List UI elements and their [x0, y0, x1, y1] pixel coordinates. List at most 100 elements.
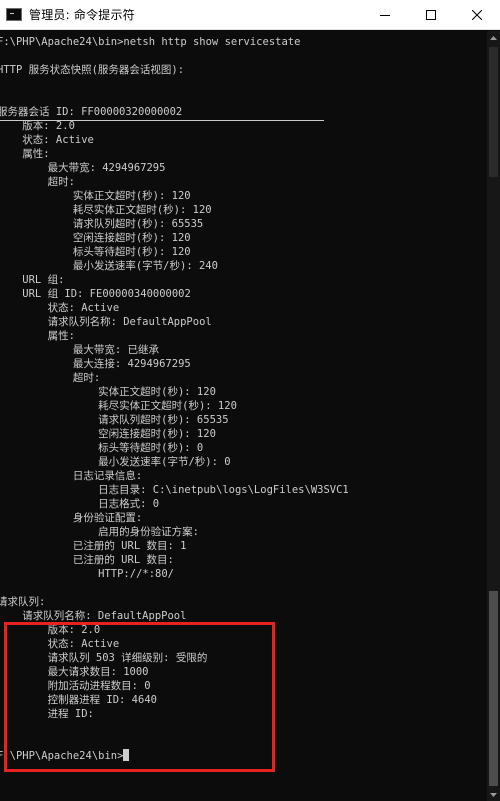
console-line-text: 实体正文超时(秒): 120 — [0, 190, 191, 202]
console-line: 最大带宽: 4294967295 — [0, 161, 484, 175]
console-line-text: HTTP://*:80/ — [0, 568, 175, 580]
console-line: HTTP 服务状态快照(服务器会话视图): — [0, 63, 484, 77]
console-line: F:\PHP\Apache24\bin>netsh http show serv… — [0, 35, 484, 49]
maximize-icon — [426, 10, 436, 20]
console-line-text: 附加活动进程数目: 0 — [0, 680, 151, 692]
console-line-text: 日志格式: 0 — [0, 498, 160, 510]
output-separator-line — [0, 120, 324, 121]
maximize-button[interactable] — [408, 0, 454, 30]
console-line: 进程 ID: — [0, 707, 484, 721]
console-line: 标头等待超时(秒): 0 — [0, 441, 484, 455]
console-line: 日志记录信息: — [0, 469, 484, 483]
console-line-text: 请求队列超时(秒): 65535 — [0, 414, 229, 426]
vertical-scrollbar[interactable] — [487, 31, 500, 801]
console-line: HTTP://*:80/ — [0, 567, 484, 581]
console-line: 状态: Active — [0, 301, 484, 315]
console-line-text: 请求队列名称: DefaultAppPool — [0, 316, 212, 328]
console-line: 最小发送速率(字节/秒): 240 — [0, 259, 484, 273]
console-line-text: 身份验证配置: — [0, 512, 143, 524]
console-line: 版本: 2.0 — [0, 119, 484, 133]
console-line-text: 标头等待超时(秒): 120 — [0, 246, 191, 258]
console-line: 已注册的 URL 数目: 1 — [0, 539, 484, 553]
console-line-text: 版本: 2.0 — [0, 624, 101, 636]
title-bar[interactable]: 管理员: 命令提示符 — [0, 0, 500, 30]
console-line: 日志目录: C:\inetpub\logs\LogFiles\W3SVC1 — [0, 483, 484, 497]
console-line-text: 控制器进程 ID: 4640 — [0, 694, 157, 706]
console-line-text: 请求队列名称: DefaultAppPool — [0, 610, 187, 622]
console-line-text: 最小发送速率(字节/秒): 240 — [0, 260, 218, 272]
console-line-text: F:\PHP\Apache24\bin> — [0, 750, 124, 762]
console-line-text: 已注册的 URL 数目: — [0, 554, 174, 566]
console-line: 最大带宽: 已继承 — [0, 343, 484, 357]
console-line-text: 已注册的 URL 数目: 1 — [0, 540, 187, 552]
scroll-up-arrow-icon — [490, 35, 497, 40]
console-line: 请求队列名称: DefaultAppPool — [0, 609, 484, 623]
console-line: 控制器进程 ID: 4640 — [0, 693, 484, 707]
console-line: 属性: — [0, 147, 484, 161]
console-line-text: URL 组: — [0, 274, 65, 286]
console-line: 身份验证配置: — [0, 511, 484, 525]
console-line-text: URL 组 ID: FE00000340000002 — [0, 288, 191, 300]
console-line-text: 状态: Active — [0, 302, 120, 314]
console-line-text: 最大连接: 4294967295 — [0, 358, 191, 370]
console-line: 已注册的 URL 数目: — [0, 553, 484, 567]
close-icon — [472, 10, 482, 20]
console-line: 空闲连接超时(秒): 120 — [0, 231, 484, 245]
console-line-text: 请求队列: — [0, 596, 46, 608]
console-line: 最大请求数目: 1000 — [0, 665, 484, 679]
console-line-text: F:\PHP\Apache24\bin>netsh http show serv… — [0, 36, 301, 48]
console-line-text: 日志目录: C:\inetpub\logs\LogFiles\W3SVC1 — [0, 484, 349, 496]
console-line-text: 请求队列超时(秒): 65535 — [0, 218, 204, 230]
console-line: 启用的身份验证方案: — [0, 525, 484, 539]
console-line-text: 属性: — [0, 330, 75, 342]
terminal-icon — [6, 8, 22, 21]
console-line-text: 版本: 2.0 — [0, 120, 75, 132]
console-line: 请求队列名称: DefaultAppPool — [0, 315, 484, 329]
console-line-text: 服务器会话 ID: FF00000320000002 — [0, 106, 183, 118]
window-controls — [362, 0, 500, 30]
window-title: 管理员: 命令提示符 — [29, 8, 135, 22]
console-line-text: 最大请求数目: 1000 — [0, 666, 149, 678]
scroll-down-button[interactable] — [487, 788, 500, 801]
console-line-text: HTTP 服务状态快照(服务器会话视图): — [0, 64, 185, 76]
console-line: 最小发送速率(字节/秒): 0 — [0, 455, 484, 469]
scrollbar-thumb[interactable] — [489, 591, 498, 786]
console-line-text: 状态: Active — [0, 134, 94, 146]
console-line: 属性: — [0, 329, 484, 343]
console-line: 超时: — [0, 371, 484, 385]
minimize-icon — [380, 15, 390, 16]
console-line-text: 属性: — [0, 148, 50, 160]
text-cursor — [123, 749, 130, 761]
console-line-text: 启用的身份验证方案: — [0, 526, 199, 538]
console-line: 日志格式: 0 — [0, 497, 484, 511]
scroll-down-arrow-icon — [490, 792, 497, 797]
console-text: F:\PHP\Apache24\bin>netsh http show serv… — [0, 35, 484, 763]
console-line: 最大连接: 4294967295 — [0, 357, 484, 371]
console-line: 附加活动进程数目: 0 — [0, 679, 484, 693]
console-line: 实体正文超时(秒): 120 — [0, 189, 484, 203]
console-line: 耗尽实体正文超时(秒): 120 — [0, 203, 484, 217]
console-output-area[interactable]: F:\PHP\Apache24\bin>netsh http show serv… — [0, 31, 487, 801]
console-line-text: 进程 ID: — [0, 708, 94, 720]
console-line-text: 最大带宽: 已继承 — [0, 344, 160, 356]
minimize-button[interactable] — [362, 0, 408, 30]
console-line-text: 请求队列 503 详细级别: 受限的 — [0, 652, 208, 664]
console-line-text: 空闲连接超时(秒): 120 — [0, 428, 216, 440]
console-line: 实体正文超时(秒): 120 — [0, 385, 484, 399]
console-line: 请求队列超时(秒): 65535 — [0, 413, 484, 427]
console-line-text: 超时: — [0, 176, 75, 188]
console-line-text: 耗尽实体正文超时(秒): 120 — [0, 204, 212, 216]
scroll-up-button[interactable] — [487, 31, 500, 44]
scrollbar-track[interactable] — [489, 47, 498, 177]
console-line: 请求队列超时(秒): 65535 — [0, 217, 484, 231]
console-line: 状态: Active — [0, 133, 484, 147]
close-button[interactable] — [454, 0, 500, 30]
console-line: 请求队列: — [0, 595, 484, 609]
console-line-text: 最小发送速率(字节/秒): 0 — [0, 456, 231, 468]
console-line: URL 组: — [0, 273, 484, 287]
